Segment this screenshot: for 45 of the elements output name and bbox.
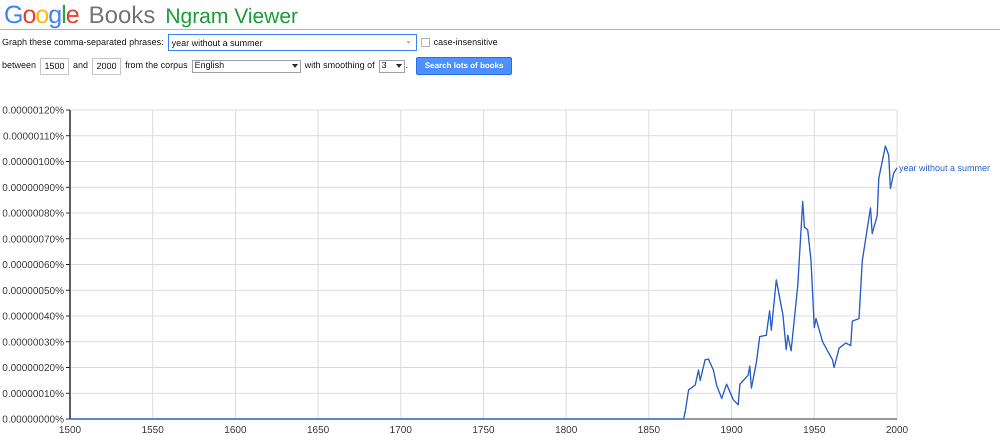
x-tick-label: 1850	[638, 425, 660, 436]
y-tick-label: 0.00000010%	[2, 388, 64, 400]
dropdown-caret-icon	[406, 41, 411, 44]
x-tick-label: 1500	[58, 425, 82, 436]
phrases-label: Graph these comma-separated phrases:	[2, 36, 164, 49]
y-tick-label: 0.00000030%	[2, 337, 64, 348]
corpus-label: from the corpus	[125, 59, 188, 72]
app-title: Ngram Viewer	[165, 4, 298, 30]
google-logo: Google	[4, 0, 79, 30]
case-label: case-insensitive	[434, 36, 498, 49]
y-tick-label: 0.00000110%	[3, 131, 64, 142]
smoothing-label: with smoothing of	[304, 59, 375, 72]
y-tick-label: 0.00000090%	[2, 182, 64, 194]
x-tick-label: 1700	[390, 425, 412, 436]
series-line[interactable]	[70, 145, 898, 420]
phrases-field[interactable]: year without a summer	[168, 34, 417, 51]
x-tick-label: 1900	[720, 425, 743, 436]
smoothing-select[interactable]: 3	[378, 60, 405, 72]
y-tick-label: 0.00000070%	[2, 234, 64, 246]
y-tick-label: 0.00000080%	[2, 208, 64, 220]
y-tick-label: 0.00000060%	[2, 260, 64, 271]
start-year-field[interactable]: 1500	[40, 58, 70, 74]
series-label[interactable]: year without a summer	[899, 162, 990, 173]
period-text: .	[406, 59, 408, 72]
x-tick-label: 1750	[472, 425, 495, 436]
y-tick-label: 0.00000120%	[2, 106, 64, 116]
y-tick-label: 0.00000000%	[2, 414, 64, 426]
corpus-select[interactable]: English	[192, 60, 301, 72]
dropdown-arrow-icon	[396, 64, 402, 68]
x-tick-label: 2000	[886, 425, 908, 436]
and-label: and	[73, 59, 88, 72]
between-label: between	[2, 59, 36, 72]
x-tick-label: 1800	[555, 425, 578, 436]
y-tick-label: 0.00000020%	[2, 363, 64, 374]
x-tick-label: 1550	[142, 425, 164, 436]
x-tick-label: 1600	[224, 425, 247, 436]
end-year-field[interactable]: 2000	[92, 58, 122, 74]
y-tick-label: 0.00000100%	[2, 157, 64, 168]
x-tick-label: 1950	[803, 425, 826, 436]
y-tick-label: 0.00000050%	[2, 286, 64, 297]
product-name: Books	[88, 1, 156, 31]
case-checkbox[interactable]	[420, 38, 430, 47]
dropdown-arrow-icon	[292, 64, 298, 68]
y-tick-label: 0.00000040%	[2, 312, 64, 322]
x-tick-label: 1650	[306, 425, 330, 436]
